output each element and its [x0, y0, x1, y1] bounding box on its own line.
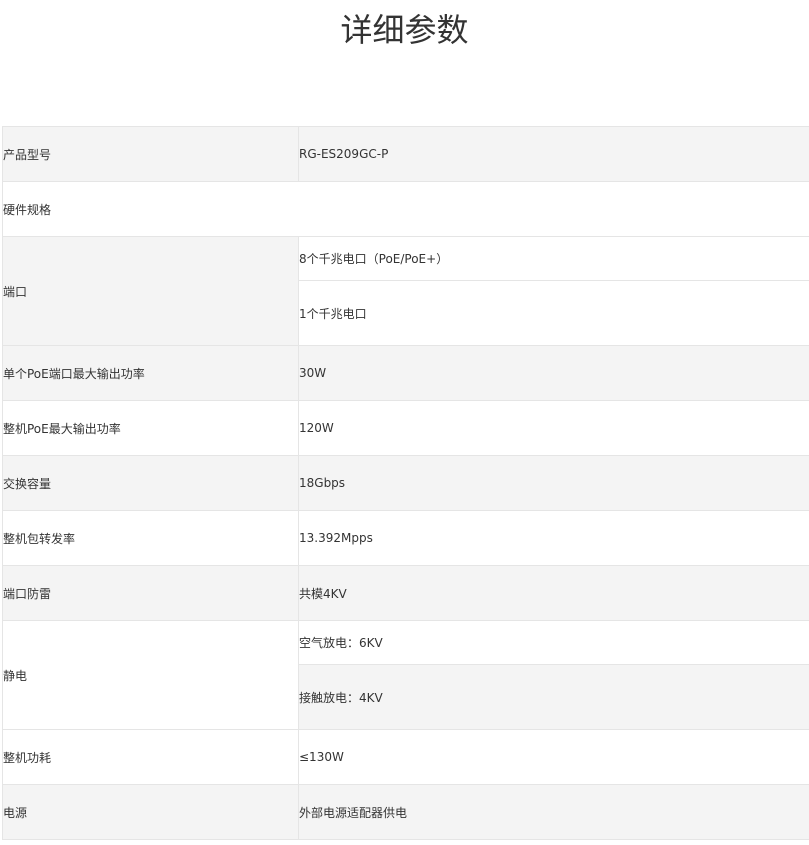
spec-label-single-poe: 单个PoE端口最大输出功率 — [2, 345, 299, 401]
spec-value-total-poe: 120W — [298, 400, 809, 456]
table-row-total-poe: 整机PoE最大输出功率 120W — [2, 400, 809, 456]
spec-value-single-poe: 30W — [298, 345, 809, 401]
spec-value-surge: 共模4KV — [298, 565, 809, 621]
spec-value-port-2: 1个千兆电口 — [298, 280, 809, 346]
spec-label-power-supply: 电源 — [2, 784, 299, 840]
spec-value-esd-1: 空气放电：6KV — [298, 620, 809, 665]
table-row-power-consumption: 整机功耗 ≤130W — [2, 729, 809, 785]
spec-section-hardware: 硬件规格 — [2, 181, 809, 237]
table-row-port-1: 端口 8个千兆电口（PoE/PoE+） — [2, 236, 809, 346]
spec-label-total-poe: 整机PoE最大输出功率 — [2, 400, 299, 456]
spec-label-port: 端口 — [2, 236, 299, 346]
spec-value-power-supply: 外部电源适配器供电 — [298, 784, 809, 840]
table-row-hardware: 硬件规格 — [2, 181, 809, 237]
spec-value-esd-2: 接触放电：4KV — [298, 664, 809, 730]
spec-table: 产品型号 RG-ES209GC-P 硬件规格 端口 8个千兆电口（PoE/PoE… — [2, 126, 809, 840]
spec-value-model: RG-ES209GC-P — [298, 126, 809, 182]
spec-value-forwarding: 13.392Mpps — [298, 510, 809, 566]
page-title: 详细参数 — [340, 11, 469, 49]
table-row-surge: 端口防雷 共模4KV — [2, 565, 809, 621]
spec-label-forwarding: 整机包转发率 — [2, 510, 299, 566]
table-row-single-poe: 单个PoE端口最大输出功率 30W — [2, 345, 809, 401]
spec-value-power-consumption: ≤130W — [298, 729, 809, 785]
table-row-esd-1: 静电 空气放电：6KV — [2, 620, 809, 730]
spec-label-surge: 端口防雷 — [2, 565, 299, 621]
spec-label-model: 产品型号 — [2, 126, 299, 182]
spec-label-esd: 静电 — [2, 620, 299, 730]
spec-value-switching: 18Gbps — [298, 455, 809, 511]
table-row-power-supply: 电源 外部电源适配器供电 — [2, 784, 809, 840]
spec-value-port-1: 8个千兆电口（PoE/PoE+） — [298, 236, 809, 281]
table-row-model: 产品型号 RG-ES209GC-P — [2, 126, 809, 182]
spec-label-switching: 交换容量 — [2, 455, 299, 511]
table-row-switching: 交换容量 18Gbps — [2, 455, 809, 511]
spec-label-power-consumption: 整机功耗 — [2, 729, 299, 785]
table-row-forwarding: 整机包转发率 13.392Mpps — [2, 510, 809, 566]
